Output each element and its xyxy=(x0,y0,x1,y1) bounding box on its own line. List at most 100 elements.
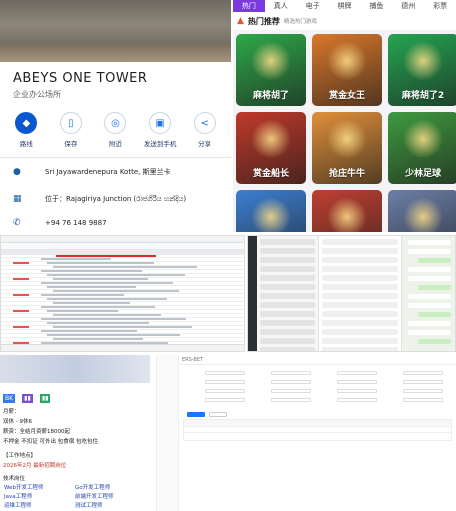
filter-input[interactable] xyxy=(337,389,377,393)
tab-texas[interactable]: 德州 xyxy=(392,1,424,11)
job-list: Web开发工程师Go开发工程师Java工程师前端开发工程师运维工程师测试工程师产… xyxy=(0,483,150,511)
filter-input[interactable] xyxy=(403,398,443,402)
sheet-cell-text xyxy=(53,338,143,340)
message-item[interactable] xyxy=(322,347,398,351)
directions-button[interactable]: ◆ 路线 xyxy=(6,112,46,148)
table-header xyxy=(184,420,451,427)
sheet-tabs[interactable] xyxy=(1,344,244,351)
sheet-cell-text xyxy=(41,294,124,296)
message-item[interactable] xyxy=(322,284,398,290)
located-in-row[interactable]: ▦ 位于：Rajagiriya Junction (රාජගිරිය හන්දි… xyxy=(0,185,231,213)
conversation-item[interactable] xyxy=(260,311,315,317)
section-subtitle: 精选热门游戏 xyxy=(283,19,317,25)
game-card[interactable] xyxy=(236,190,306,232)
chat-pane[interactable] xyxy=(402,236,455,351)
message-item[interactable] xyxy=(322,239,398,245)
filter-input[interactable] xyxy=(337,371,377,375)
message-list[interactable] xyxy=(319,236,402,351)
tab-lottery[interactable]: 彩票 xyxy=(424,1,456,11)
message-item[interactable] xyxy=(322,311,398,317)
admin-sidebar[interactable] xyxy=(157,355,179,511)
tab-fishing[interactable]: 捕鱼 xyxy=(360,1,392,11)
filter-input[interactable] xyxy=(271,371,311,375)
conversation-item[interactable] xyxy=(260,248,315,254)
filter-input[interactable] xyxy=(337,398,377,402)
job-line: 【工作地点】 xyxy=(3,453,37,459)
conversation-item[interactable] xyxy=(260,266,315,272)
game-card[interactable]: 麻将胡了 xyxy=(236,34,306,106)
nearby-button[interactable]: ◎ 附近 xyxy=(95,112,135,148)
message-item[interactable] xyxy=(322,266,398,272)
reset-button[interactable] xyxy=(209,412,227,417)
tag: ▮▮ xyxy=(39,394,51,403)
phone-row[interactable]: ✆ +94 76 148 9887 xyxy=(0,213,231,232)
tab-cards[interactable]: 棋牌 xyxy=(329,1,361,11)
message-item[interactable] xyxy=(322,320,398,326)
conversation-item[interactable] xyxy=(260,293,315,299)
share-button[interactable]: < 分享 xyxy=(185,112,225,148)
job-line: 薪资：全结月资薪18000起 xyxy=(3,429,70,435)
tab-live[interactable]: 真人 xyxy=(265,1,297,11)
place-photo[interactable] xyxy=(0,0,231,62)
search-button[interactable] xyxy=(187,412,205,417)
filter-input[interactable] xyxy=(205,389,245,393)
share-icon: < xyxy=(193,112,216,134)
conversation-item[interactable] xyxy=(260,239,315,245)
filter-input[interactable] xyxy=(337,380,377,384)
message-item[interactable] xyxy=(322,302,398,308)
sheet-toolbar[interactable] xyxy=(1,236,244,243)
save-button[interactable]: ▯ 保存 xyxy=(51,112,91,148)
message-item[interactable] xyxy=(322,257,398,263)
game-card[interactable] xyxy=(388,190,456,232)
filter-input[interactable] xyxy=(205,380,245,384)
filter-input[interactable] xyxy=(205,371,245,375)
message-item[interactable] xyxy=(322,293,398,299)
filter-input[interactable] xyxy=(403,371,443,375)
conversation-item[interactable] xyxy=(260,284,315,290)
send-to-phone-button[interactable]: ▣ 发送到手机 xyxy=(140,112,180,148)
filter-input[interactable] xyxy=(205,398,245,402)
conversation-list[interactable] xyxy=(257,236,319,351)
sheet-cell-text xyxy=(41,282,173,284)
game-category-tabs: 热门 真人 电子 棋牌 捕鱼 德州 彩票 xyxy=(233,0,456,12)
conversation-item[interactable] xyxy=(260,338,315,344)
game-title: 赏金船长 xyxy=(252,169,289,179)
sheet-grid[interactable] xyxy=(1,257,244,351)
table-row[interactable] xyxy=(184,427,451,433)
formula-bar[interactable] xyxy=(1,243,244,250)
phone-text: +94 76 148 9887 xyxy=(45,219,107,227)
filter-input[interactable] xyxy=(271,398,311,402)
game-card[interactable]: 赏金船长 xyxy=(236,112,306,184)
tab-hot[interactable]: 热门 xyxy=(233,0,265,12)
tab-slots[interactable]: 电子 xyxy=(297,1,329,11)
message-item[interactable] xyxy=(322,248,398,254)
message-item[interactable] xyxy=(322,329,398,335)
game-card[interactable]: 麻将胡了2 xyxy=(388,34,456,106)
game-art xyxy=(326,120,368,158)
sheet-row[interactable] xyxy=(1,257,244,258)
app-rail[interactable] xyxy=(248,236,257,351)
game-card[interactable]: 少林足球 xyxy=(388,112,456,184)
filter-input[interactable] xyxy=(271,389,311,393)
conversation-item[interactable] xyxy=(260,329,315,335)
game-card[interactable]: 抢庄牛牛 xyxy=(312,112,382,184)
conversation-item[interactable] xyxy=(260,257,315,263)
conversation-item[interactable] xyxy=(260,320,315,326)
game-card[interactable]: 赏金女王 xyxy=(312,34,382,106)
message-item[interactable] xyxy=(322,275,398,281)
conversation-item[interactable] xyxy=(260,347,315,351)
address-row[interactable]: ● Sri Jayawardenepura Kotte, 斯里兰卡 xyxy=(0,158,231,185)
game-title: 麻将胡了 xyxy=(252,91,289,101)
conversation-item[interactable] xyxy=(260,302,315,308)
game-card[interactable] xyxy=(312,190,382,232)
filter-input[interactable] xyxy=(403,380,443,384)
message-item[interactable] xyxy=(322,338,398,344)
conversation-item[interactable] xyxy=(260,275,315,281)
located-in-text: 位于：Rajagiriya Junction (රාජගිරිය හන්දිය) xyxy=(45,195,187,203)
nearby-icon: ◎ xyxy=(104,112,127,134)
sheet-cell-flag xyxy=(13,278,29,280)
filter-input[interactable] xyxy=(271,380,311,384)
filter-input[interactable] xyxy=(403,389,443,393)
sheet-cell-flag xyxy=(13,310,29,312)
sheet-row[interactable] xyxy=(1,309,244,310)
